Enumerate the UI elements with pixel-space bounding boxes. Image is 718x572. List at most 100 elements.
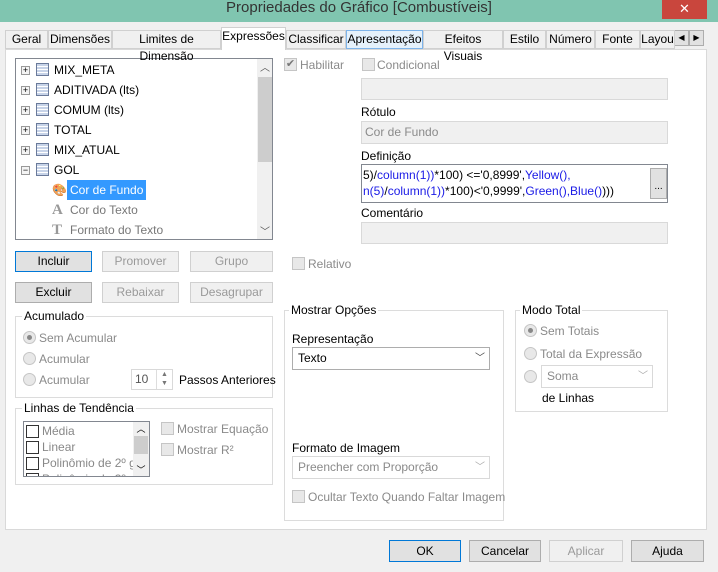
ajuda-button[interactable]: Ajuda <box>631 540 704 562</box>
tree-scrollbar[interactable]: ︿ ﹀ <box>257 59 272 239</box>
tree-item[interactable]: + ADITIVADA (lts) <box>16 80 256 100</box>
expand-icon[interactable]: + <box>21 126 30 135</box>
tab-geral[interactable]: Geral <box>5 30 48 49</box>
grupo-button[interactable]: Grupo <box>190 251 273 272</box>
tab-fonte[interactable]: Fonte <box>595 30 640 49</box>
formato-label: Formato de Imagem <box>292 441 401 455</box>
tab-classificar[interactable]: Classificar <box>286 30 346 49</box>
trendline-checkbox[interactable] <box>26 473 39 476</box>
trendline-checkbox[interactable] <box>26 441 39 454</box>
tab-layou[interactable]: Layou <box>640 30 675 49</box>
tree-item-label: Cor de Fundo <box>67 180 147 200</box>
mostrar-equacao-checkbox[interactable] <box>161 422 174 435</box>
sem-acumular-radio[interactable] <box>23 331 36 344</box>
scroll-thumb[interactable] <box>258 77 272 162</box>
text-format-icon: T <box>52 222 63 238</box>
tab-scroll-right[interactable]: ▶ <box>689 30 704 46</box>
promover-button[interactable]: Promover <box>102 251 179 272</box>
trendline-list[interactable]: Média Linear Polinômio de 2º gra Polinômio … <box>23 421 150 477</box>
tree-item[interactable]: 🎨 Cor de Fundo <box>16 180 256 200</box>
tree-item-label: TOTAL <box>54 123 92 137</box>
sem-acumular-label: Sem Acumular <box>39 331 118 345</box>
steps-stepper[interactable]: 10 ▲ ▼ <box>131 369 173 390</box>
relativo-checkbox[interactable] <box>292 257 305 270</box>
scroll-up-icon[interactable]: ︿ <box>257 59 272 75</box>
tree-item-label: ADITIVADA (lts) <box>54 83 140 97</box>
tree-item[interactable]: − GOL <box>16 160 256 180</box>
tree-item[interactable]: + TOTAL <box>16 120 256 140</box>
table-icon <box>36 163 49 176</box>
table-icon <box>36 83 49 96</box>
rotulo-field[interactable]: Cor de Fundo <box>361 121 668 144</box>
incluir-button[interactable]: Incluir <box>15 251 92 272</box>
acumular-steps-radio[interactable] <box>23 373 36 386</box>
definicao-label: Definição <box>361 149 412 163</box>
tree-item[interactable]: + MIX_ATUAL <box>16 140 256 160</box>
definicao-token: ))) <box>602 184 615 198</box>
trendline-checkbox[interactable] <box>26 457 39 470</box>
expression-editor-button[interactable]: ... <box>650 168 667 199</box>
stepper-arrows-icon[interactable]: ▲ ▼ <box>156 370 172 389</box>
condicional-checkbox[interactable] <box>362 58 375 71</box>
trendline-checkbox[interactable] <box>26 425 39 438</box>
text-color-icon: A <box>52 202 63 218</box>
habilitar-checkbox[interactable]: ✔ <box>284 58 297 71</box>
acumular-steps-label: Acumular <box>39 373 90 387</box>
table-icon <box>36 143 49 156</box>
agg-value: Soma <box>547 369 579 383</box>
condicional-label: Condicional <box>377 58 440 72</box>
definicao-line-2: n(5)/column(1))*100)<'0,9999',Green(),Bl… <box>363 184 614 198</box>
tab-estilo[interactable]: Estilo <box>503 30 546 49</box>
expand-icon[interactable]: + <box>21 86 30 95</box>
title-bar: Propriedades do Gráfico [Combustíveis] <box>0 0 718 20</box>
definicao-field[interactable]: 5)/column(1))*100) <='0,8999',Yellow(), … <box>361 164 668 203</box>
tab-scroll-left[interactable]: ◀ <box>674 30 689 46</box>
tree-item[interactable]: + COMUM (lts) <box>16 100 256 120</box>
close-button[interactable]: ✕ <box>662 0 707 19</box>
ocultar-texto-checkbox[interactable] <box>292 490 305 503</box>
representacao-select[interactable]: Texto ﹀ <box>292 347 490 370</box>
relativo-label: Relativo <box>308 257 352 271</box>
tab-dimens-es[interactable]: Dimensões <box>48 30 112 49</box>
scroll-down-icon[interactable]: ﹀ <box>133 463 149 476</box>
agg-select[interactable]: Soma ﹀ <box>541 365 653 388</box>
tree-item[interactable]: A Cor do Texto <box>16 200 256 220</box>
condicional-field[interactable] <box>361 78 668 100</box>
desagrupar-button[interactable]: Desagrupar <box>190 282 273 303</box>
habilitar-label: Habilitar <box>300 58 345 72</box>
comentario-field[interactable] <box>361 222 668 244</box>
steps-value[interactable]: 10 <box>135 372 148 386</box>
tab-n-mero[interactable]: Número <box>546 30 595 49</box>
tree-item[interactable]: T Formato do Texto <box>16 220 256 239</box>
ok-button[interactable]: OK <box>389 540 461 562</box>
mostrar-equacao-label: Mostrar Equação <box>177 422 269 436</box>
trendline-scrollbar[interactable]: ︿ ﹀ <box>133 422 149 476</box>
expand-icon[interactable]: + <box>21 146 30 155</box>
tab-efeitos-visuais[interactable]: Efeitos Visuais <box>423 30 503 63</box>
tree-item[interactable]: + MIX_META <box>16 60 256 80</box>
chevron-down-icon: ﹀ <box>638 371 648 382</box>
scroll-up-icon[interactable]: ︿ <box>133 422 149 436</box>
expand-icon[interactable]: + <box>21 106 30 115</box>
mostrar-r2-checkbox[interactable] <box>161 443 174 456</box>
formato-select[interactable]: Preencher com Proporção ﹀ <box>292 456 490 479</box>
scroll-down-icon[interactable]: ﹀ <box>257 223 272 239</box>
tab-limites-de-dimens-o[interactable]: Limites de Dimensão <box>112 30 221 63</box>
definicao-token: Yellow(), <box>525 168 571 182</box>
scroll-thumb[interactable] <box>134 436 148 454</box>
expression-tree[interactable]: + MIX_META + ADITIVADA (lts) + COMUM (lts) + TO… <box>15 58 273 240</box>
rebaixar-button[interactable]: Rebaixar <box>102 282 179 303</box>
tab-express-es[interactable]: Expressões <box>221 27 286 50</box>
excluir-button[interactable]: Excluir <box>15 282 92 303</box>
acumular-radio[interactable] <box>23 352 36 365</box>
cancelar-button[interactable]: Cancelar <box>469 540 541 562</box>
total-expressao-radio[interactable] <box>524 347 537 360</box>
collapse-icon[interactable]: − <box>21 166 30 175</box>
tree-item-label: MIX_ATUAL <box>54 143 120 157</box>
comentario-label: Comentário <box>361 206 424 220</box>
tab-apresenta-o[interactable]: Apresentação <box>346 30 423 49</box>
agg-radio[interactable] <box>524 370 537 383</box>
expand-icon[interactable]: + <box>21 66 30 75</box>
sem-totais-radio[interactable] <box>524 324 537 337</box>
aplicar-button[interactable]: Aplicar <box>549 540 623 562</box>
